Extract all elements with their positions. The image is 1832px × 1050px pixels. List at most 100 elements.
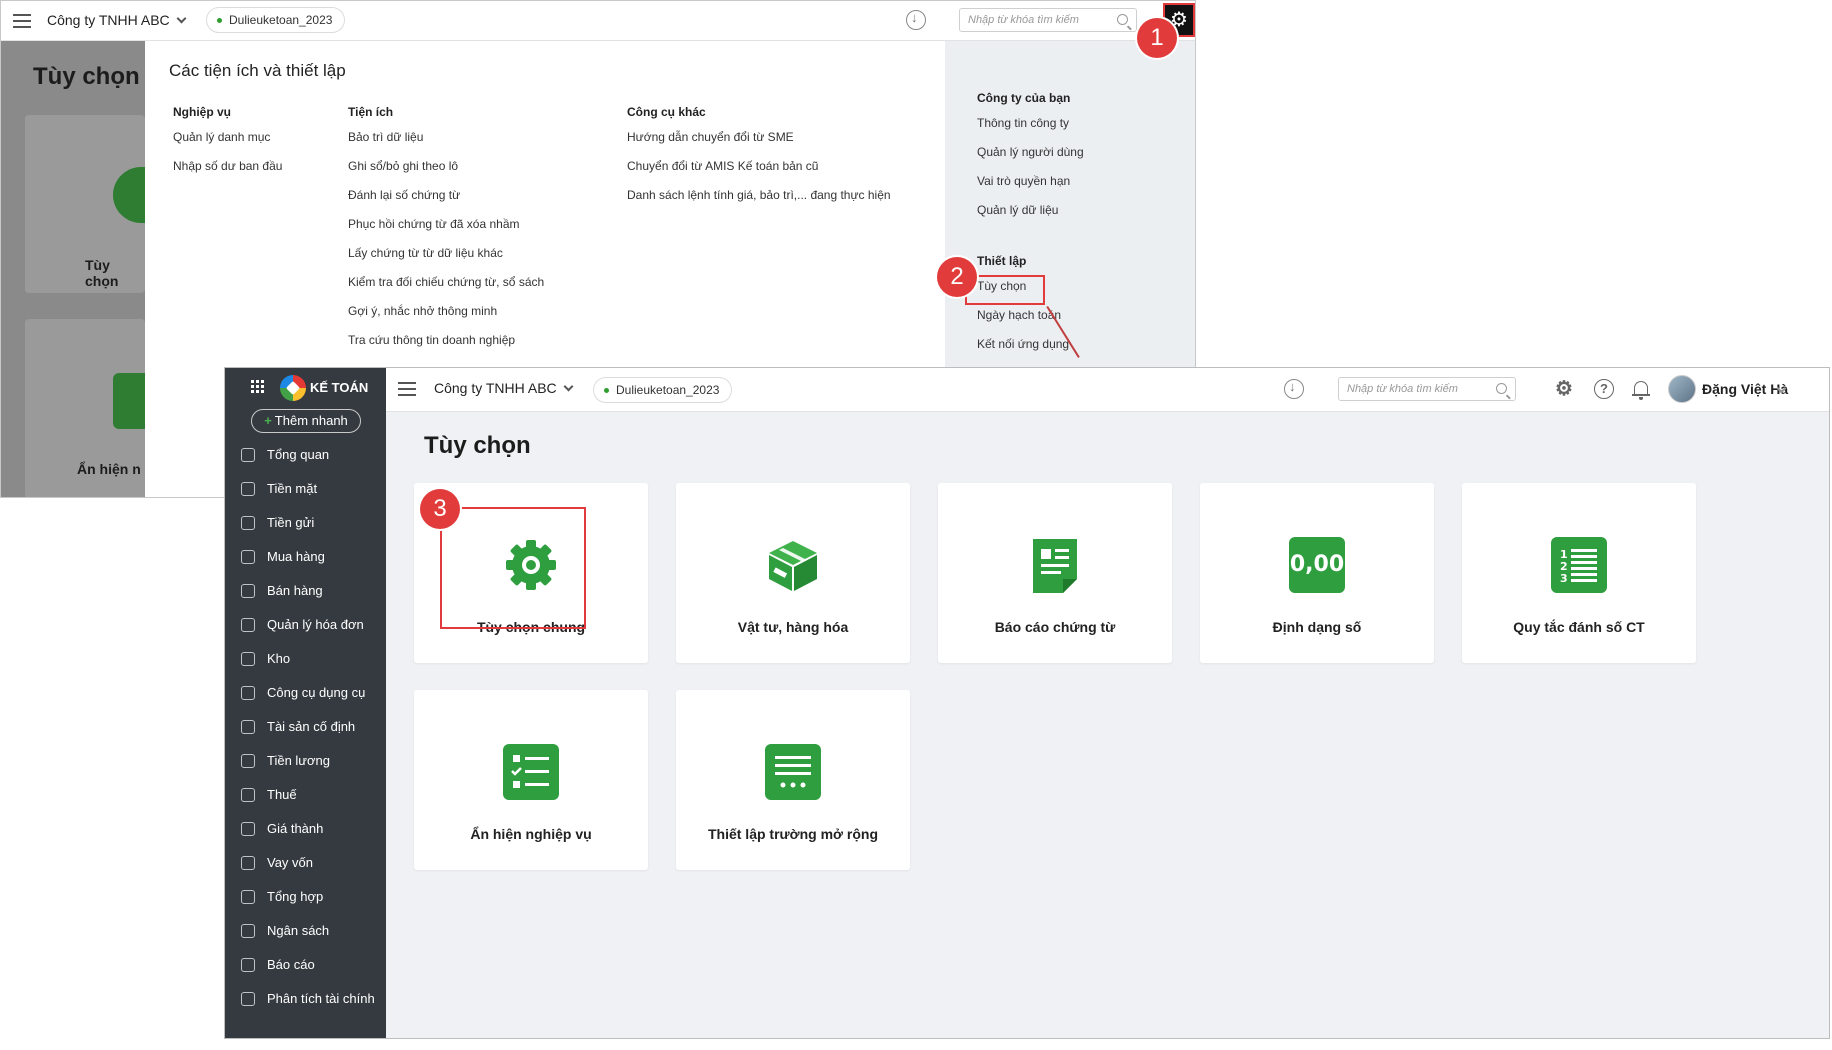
sidebar-item-bao-cao[interactable]: Báo cáo: [225, 948, 386, 982]
download-icon[interactable]: [906, 10, 926, 30]
option-card[interactable]: Tùy chọn: [25, 115, 145, 293]
extend-fields-icon: [765, 744, 821, 800]
database-pill[interactable]: Dulieuketoan_2023: [593, 377, 733, 403]
option-card-quy-tac-danh-so[interactable]: 1 2 3 Quy tắc đánh số CT: [1462, 483, 1696, 663]
sidebar-item-tong-hop[interactable]: Tổng hợp: [225, 880, 386, 914]
plus-icon: +: [264, 413, 272, 428]
chevron-down-icon: [563, 381, 574, 392]
company-selector[interactable]: Công ty TNHH ABC: [434, 380, 574, 396]
sidebar-item-label: Giá thành: [267, 821, 324, 836]
username[interactable]: Đặng Việt Hà: [1702, 381, 1788, 397]
menu-item[interactable]: Bảo trì dữ liệu: [348, 129, 544, 158]
help-icon[interactable]: ?: [1594, 379, 1614, 399]
sidebar-item-vay-von[interactable]: Vay vốn: [225, 846, 386, 880]
tax-icon: [241, 788, 255, 802]
option-card-thiet-lap-truong-mo-rong[interactable]: Thiết lập trường mở rộng: [676, 690, 910, 870]
sidebar-item-tai-san-co-dinh[interactable]: Tài sản cố định: [225, 710, 386, 744]
menu-item[interactable]: Tra cứu thông tin doanh nghiệp: [348, 332, 544, 361]
document-icon: [1027, 537, 1083, 593]
number-format-text: 0,00: [1289, 537, 1345, 593]
menu-item[interactable]: Ghi sổ/bỏ ghi theo lô: [348, 158, 544, 187]
loan-icon: [241, 856, 255, 870]
menu-item[interactable]: Hướng dẫn chuyển đổi từ SME: [627, 129, 891, 158]
sidebar-item-label: Phân tích tài chính: [267, 991, 375, 1006]
panel-item[interactable]: Quản lý dữ liệu: [977, 202, 1084, 231]
menu-title: Các tiện ích và thiết lập: [169, 61, 346, 80]
menu-column-nghiep-vu: Nghiệp vụ Quản lý danh mục Nhập số dư ba…: [173, 105, 282, 187]
sidebar-item-tien-luong[interactable]: Tiền lương: [225, 744, 386, 778]
highlight-box: [440, 507, 586, 629]
quick-add-button[interactable]: + Thêm nhanh: [251, 409, 361, 433]
cart-icon: [241, 584, 255, 598]
setup-section: Thiết lập Tùy chọn Ngày hạch toán Kết nố…: [977, 254, 1069, 365]
app-grid-icon[interactable]: [251, 380, 265, 394]
option-card-vat-tu-hang-hoa[interactable]: Vật tư, hàng hóa: [676, 483, 910, 663]
menu-item[interactable]: Quản lý danh mục: [173, 129, 282, 158]
salary-icon: [241, 754, 255, 768]
sidebar-item-gia-thanh[interactable]: Giá thành: [225, 812, 386, 846]
sidebar-item-label: Tổng quan: [267, 447, 330, 462]
sidebar-item-ban-hang[interactable]: Bán hàng: [225, 574, 386, 608]
tools-icon: [241, 686, 255, 700]
sidebar-item-thue[interactable]: Thuế: [225, 778, 386, 812]
top-bar: Công ty TNHH ABC Dulieuketoan_2023 Nhập …: [386, 368, 1829, 412]
option-card[interactable]: Ẩn hiện n: [25, 319, 145, 497]
box-icon: [765, 537, 821, 593]
sidebar-item-tong-quan[interactable]: Tổng quan: [225, 438, 386, 472]
panel-item[interactable]: Kết nối ứng dụng: [977, 336, 1069, 365]
menu-item[interactable]: Lấy chứng từ từ dữ liệu khác: [348, 245, 544, 274]
hamburger-menu-icon[interactable]: [398, 382, 416, 396]
company-selector[interactable]: Công ty TNHH ABC: [47, 12, 187, 28]
avatar[interactable]: [1668, 375, 1696, 403]
sidebar-item-label: Quản lý hóa đơn: [267, 617, 364, 632]
sidebar-item-tien-mat[interactable]: Tiền mặt: [225, 472, 386, 506]
sidebar-item-kho[interactable]: Kho: [225, 642, 386, 676]
company-name: Công ty TNHH ABC: [434, 380, 557, 396]
option-card-bao-cao-chung-tu[interactable]: Báo cáo chứng từ: [938, 483, 1172, 663]
panel-item[interactable]: Thông tin công ty: [977, 115, 1084, 144]
budget-icon: [241, 924, 255, 938]
bell-icon[interactable]: [1632, 379, 1650, 400]
download-icon[interactable]: [1284, 379, 1304, 399]
menu-item[interactable]: Danh sách lệnh tính giá, bảo trì,... đan…: [627, 187, 891, 216]
background-page-dimmed: Tùy chọn Tùy chọn Ẩn hiện n: [1, 41, 145, 497]
menu-item[interactable]: Đánh lại số chứng từ: [348, 187, 544, 216]
menu-item[interactable]: Kiểm tra đối chiếu chứng từ, sổ sách: [348, 274, 544, 303]
search-input[interactable]: Nhập từ khóa tìm kiếm: [959, 8, 1137, 32]
option-card-label: Định dạng số: [1272, 619, 1362, 635]
number-format-icon: 0,00: [1289, 537, 1345, 593]
option-card-label: Thiết lập trường mở rộng: [707, 826, 879, 842]
sidebar-item-tien-gui[interactable]: Tiền gửi: [225, 506, 386, 540]
sidebar-item-label: Tiền mặt: [267, 481, 318, 496]
search-input[interactable]: Nhập từ khóa tìm kiếm: [1338, 377, 1516, 401]
checklist-icon: [113, 373, 145, 429]
sidebar-item-label: Báo cáo: [267, 957, 315, 972]
panel-item[interactable]: Quản lý người dùng: [977, 144, 1084, 173]
step-badge-3: 3: [420, 489, 460, 529]
sidebar-item-cong-cu-dung-cu[interactable]: Công cụ dụng cụ: [225, 676, 386, 710]
search-icon: [1496, 383, 1507, 394]
sidebar-item-phan-tich-tai-chinh[interactable]: Phân tích tài chính: [225, 982, 386, 1016]
option-card-dinh-dang-so[interactable]: 0,00 Định dạng số: [1200, 483, 1434, 663]
section-header: Thiết lập: [977, 254, 1027, 268]
bank-icon: [241, 516, 255, 530]
bar-chart-icon: [241, 958, 255, 972]
sidebar-item-label: Ngân sách: [267, 923, 330, 938]
menu-item[interactable]: Phục hồi chứng từ đã xóa nhầm: [348, 216, 544, 245]
menu-item[interactable]: Nhập số dư ban đầu: [173, 158, 282, 187]
sidebar-item-ngan-sach[interactable]: Ngân sách: [225, 914, 386, 948]
gear-icon[interactable]: ⚙: [1554, 379, 1574, 399]
sidebar-item-mua-hang[interactable]: Mua hàng: [225, 540, 386, 574]
option-card-an-hien-nghiep-vu[interactable]: Ẩn hiện nghiệp vụ: [414, 690, 648, 870]
sidebar-item-label: Mua hàng: [267, 549, 325, 564]
hamburger-menu-icon[interactable]: [13, 14, 31, 28]
sidebar-item-quan-ly-hoa-don[interactable]: Quản lý hóa đơn: [225, 608, 386, 642]
menu-item[interactable]: Gợi ý, nhắc nhở thông minh: [348, 303, 544, 332]
search-placeholder: Nhập từ khóa tìm kiếm: [1347, 383, 1458, 395]
money-bag-icon: [241, 482, 255, 496]
sidebar-item-label: Tiền gửi: [267, 515, 315, 530]
panel-item[interactable]: Vai trò quyền hạn: [977, 173, 1084, 202]
sidebar-item-label: Thuế: [267, 787, 297, 802]
menu-item[interactable]: Chuyển đổi từ AMIS Kế toán bản cũ: [627, 158, 891, 187]
database-pill[interactable]: Dulieuketoan_2023: [206, 7, 346, 33]
